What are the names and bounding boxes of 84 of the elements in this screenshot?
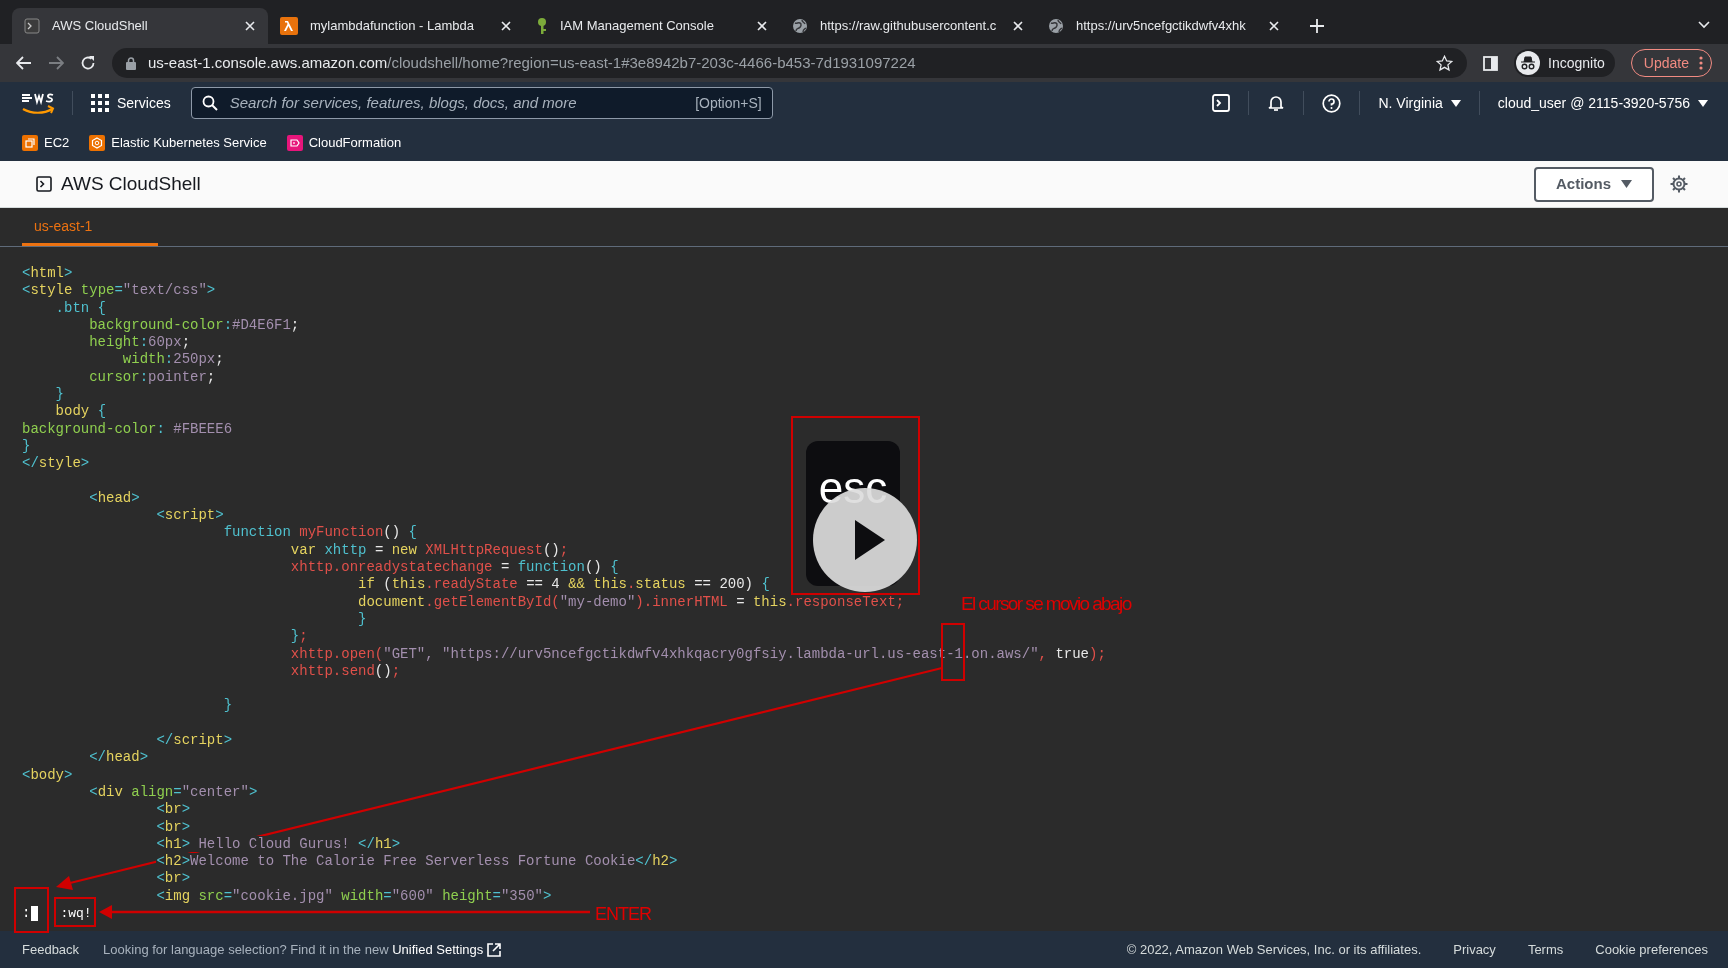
- code-line: background-color: #FBEEE6: [22, 420, 233, 438]
- code-line: <style type="text/css">: [22, 282, 216, 300]
- code-line: };: [289, 628, 308, 646]
- annotation-caption: ENTER: [595, 903, 651, 926]
- highlight-box: [54, 897, 96, 927]
- code-line: body {: [54, 403, 107, 421]
- more-vertical-icon: [1699, 56, 1703, 70]
- search-bar[interactable]: Search for services, features, blogs, docs, and more [Option+S]: [190, 87, 773, 119]
- code-line: <br>: [155, 818, 191, 836]
- account-menu[interactable]: cloud_user @ 2115-3920-5756: [1497, 92, 1708, 114]
- key-icon: [536, 17, 548, 35]
- code-line: <br>: [155, 801, 191, 819]
- star-icon[interactable]: [1436, 54, 1453, 72]
- settings-icon[interactable]: [1670, 175, 1688, 193]
- help-icon[interactable]: [1322, 93, 1342, 113]
- actions-button[interactable]: Actions: [1534, 166, 1654, 202]
- incognito-badge[interactable]: Incognito: [1514, 49, 1615, 77]
- globe-icon: [1048, 18, 1064, 34]
- favorite-link[interactable]: CloudFormation: [286, 132, 402, 153]
- favorite-link[interactable]: EC2: [22, 132, 70, 153]
- new-tab-icon[interactable]: [1310, 19, 1324, 33]
- shortcut-hint: [Option+S]: [695, 93, 762, 113]
- code-line: </script>: [155, 732, 233, 750]
- code-line: if (this.readyState == 4 && this.status == 200) {: [357, 576, 770, 594]
- caret-icon: [1621, 180, 1632, 188]
- lambda-icon: [280, 17, 298, 35]
- back-arrow-icon[interactable]: [16, 56, 32, 70]
- address-bar[interactable]: us-east-1.console.aws.amazon.com/cloudshell/home?region=us-east-1#3e8942b7-203c-4466-b453-7d1931097224: [112, 48, 1467, 78]
- chip-icon: [22, 134, 38, 151]
- unified-settings-link[interactable]: Unified Settings: [392, 941, 484, 957]
- close-icon[interactable]: [1012, 20, 1024, 32]
- code-line: <h1> Hello Cloud Gurus! </h1>: [155, 835, 401, 854]
- hexagon-icon: [89, 134, 106, 151]
- close-icon[interactable]: [1268, 20, 1280, 32]
- code-line: function myFunction() {: [222, 524, 417, 542]
- external-link-icon: [487, 942, 502, 957]
- incognito-icon: [1516, 51, 1540, 75]
- caret-icon: [1698, 99, 1708, 107]
- side-panel-icon[interactable]: [1483, 55, 1498, 71]
- code-line: <body>: [22, 766, 73, 784]
- code-line: <script>: [155, 507, 224, 525]
- code-line: </style>: [22, 455, 90, 473]
- copyright-text: © 2022, Amazon Web Services, Inc. or its affiliates.: [1126, 940, 1422, 959]
- close-icon[interactable]: [756, 20, 768, 32]
- close-icon[interactable]: [500, 20, 512, 32]
- search-icon: [201, 95, 218, 111]
- lock-icon: [126, 56, 136, 70]
- code-line: height:60px;: [88, 334, 191, 352]
- code-line: background-color:#D4E6F1;: [88, 316, 300, 335]
- caret-icon: [1450, 99, 1461, 107]
- annotation-caption: El cursor se movio abajo: [961, 592, 1131, 616]
- page-title: AWS CloudShell: [61, 171, 201, 196]
- services-menu[interactable]: Services: [91, 92, 171, 114]
- feedback-link[interactable]: Feedback: [22, 939, 80, 960]
- code-line: width:250px;: [121, 351, 224, 369]
- code-line: xhttp.onreadystatechange = function() {: [289, 559, 619, 577]
- language-notice: Looking for language selection? Find it in the new Unified Settings: [103, 940, 484, 959]
- command-prompt: :: [22, 905, 31, 923]
- favorite-link[interactable]: Elastic Kubernetes Service: [89, 132, 267, 153]
- highlight-box: [14, 887, 49, 933]
- footer-link[interactable]: Terms: [1527, 939, 1564, 960]
- notification-bell-icon[interactable]: [1267, 94, 1286, 112]
- url-text: us-east-1.console.aws.amazon.com/cloudshell/home?region=us-east-1#3e8942b7-203c-4466-b453-7d1931097224: [148, 52, 917, 73]
- cloudshell-icon: [36, 176, 52, 192]
- stack-icon: [286, 134, 303, 151]
- code-line: cursor:pointer;: [88, 368, 216, 387]
- chevron-down-icon[interactable]: [1698, 21, 1710, 29]
- browser-tab[interactable]: AWS CloudShell: [12, 8, 268, 44]
- globe-icon: [792, 18, 808, 34]
- aws-logo[interactable]: [20, 91, 56, 115]
- region-menu[interactable]: N. Virginia: [1378, 92, 1461, 114]
- terminal-icon: [24, 18, 40, 34]
- code-line: var xhttp = new XMLHttpRequest();: [289, 541, 569, 560]
- footer-link[interactable]: Cookie preferences: [1595, 939, 1708, 960]
- typed-command: :wq!: [60, 905, 92, 923]
- forward-arrow-icon[interactable]: [48, 56, 64, 70]
- cloudshell-icon[interactable]: [1212, 94, 1231, 112]
- footer-link[interactable]: Privacy: [1453, 939, 1496, 960]
- search-field[interactable]: Search for services, features, blogs, docs, and more: [229, 91, 684, 115]
- reload-icon[interactable]: [80, 55, 96, 71]
- close-icon[interactable]: [244, 20, 256, 32]
- grid-icon: [91, 94, 109, 112]
- code-line: <div align="center">: [88, 783, 258, 802]
- code-line: document.getElementById("my-demo").innerHTML = this.responseText;: [357, 593, 905, 611]
